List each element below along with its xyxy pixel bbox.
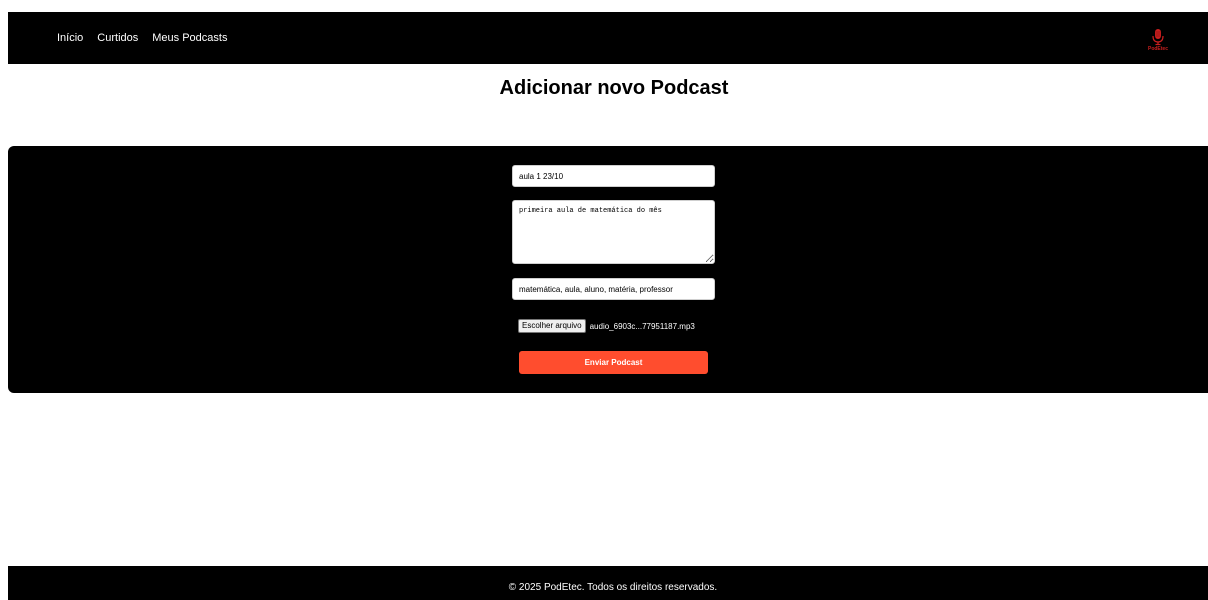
microphone-icon <box>1152 29 1164 46</box>
podcast-tags-input[interactable] <box>512 278 715 300</box>
page-title: Adicionar novo Podcast <box>499 77 729 99</box>
submit-podcast-button[interactable]: Enviar Podcast <box>519 351 708 374</box>
nav-links: Início Curtidos Meus Podcasts <box>57 31 227 45</box>
nav-link-inicio[interactable]: Início <box>57 31 83 45</box>
podcast-form: primeira aula de matemática do mês Escol… <box>8 146 1208 393</box>
nav-link-meus-podcasts[interactable]: Meus Podcasts <box>152 31 227 45</box>
podcast-description-textarea[interactable]: primeira aula de matemática do mês <box>512 200 715 264</box>
footer: © 2025 PodEtec. Todos os direitos reserv… <box>8 566 1208 600</box>
nav-link-curtidos[interactable]: Curtidos <box>97 31 138 45</box>
logo-text: PodEtec <box>1147 46 1168 52</box>
logo[interactable]: PodEtec <box>1143 28 1173 58</box>
footer-copyright: © 2025 PodEtec. Todos os direitos reserv… <box>508 582 718 593</box>
choose-file-button[interactable]: Escolher arquivo <box>518 319 586 333</box>
navbar: Início Curtidos Meus Podcasts PodEtec <box>8 12 1208 64</box>
file-upload-row: Escolher arquivo audio_6903c...77951187.… <box>518 319 695 333</box>
selected-file-name: audio_6903c...77951187.mp3 <box>589 321 695 331</box>
podcast-title-input[interactable] <box>512 165 715 187</box>
